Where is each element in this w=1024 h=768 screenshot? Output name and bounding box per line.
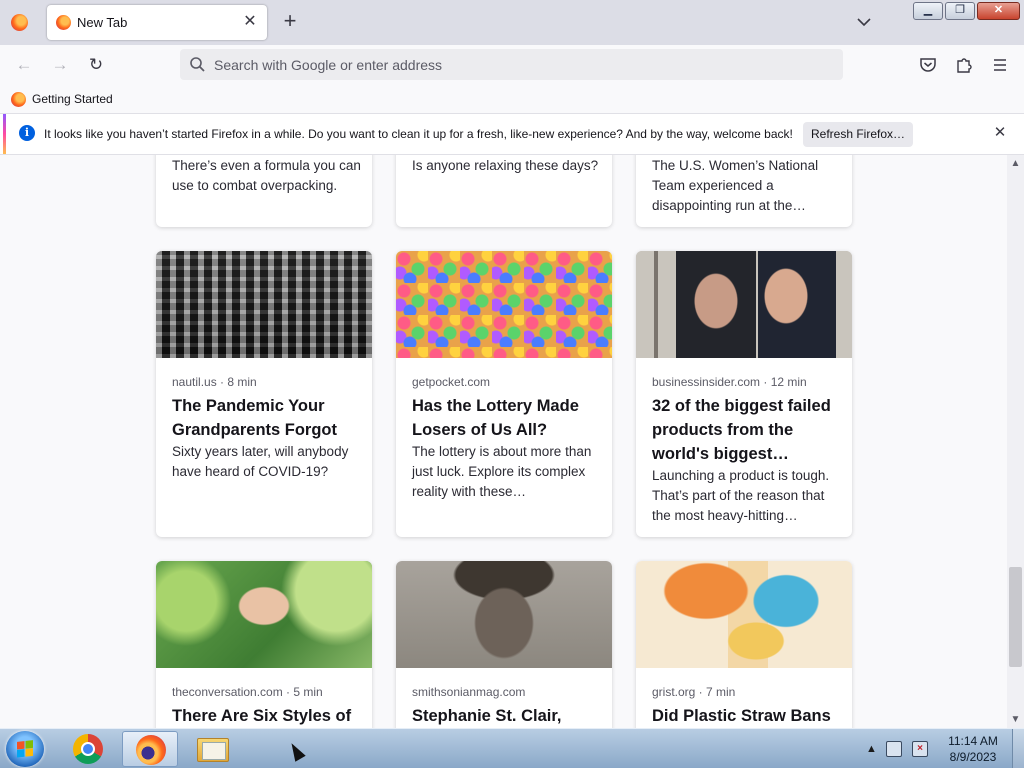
bookmark-getting-started[interactable]: Getting Started bbox=[11, 91, 113, 107]
start-button[interactable] bbox=[6, 731, 44, 767]
refresh-firefox-button[interactable]: Refresh Firefox… bbox=[803, 122, 913, 147]
new-tab-button[interactable]: + bbox=[279, 10, 301, 33]
notification-message: It looks like you haven’t started Firefo… bbox=[44, 127, 793, 141]
story-thumbnail bbox=[396, 561, 612, 668]
story-excerpt: There’s even a formula you can use to co… bbox=[172, 158, 361, 193]
show-hidden-icons-icon[interactable]: ▲ bbox=[866, 743, 877, 755]
story-card[interactable]: businessinsider.com · 12 min 32 of the b… bbox=[636, 251, 852, 537]
tab-title: New Tab bbox=[77, 15, 128, 30]
story-thumbnail bbox=[396, 251, 612, 358]
firefox-favicon-icon bbox=[56, 15, 71, 30]
story-thumbnail bbox=[156, 561, 372, 668]
story-card[interactable]: grist.org · 7 min Did Plastic Straw Bans bbox=[636, 561, 852, 728]
chevron-down-icon[interactable] bbox=[854, 12, 874, 32]
volume-muted-icon[interactable]: × bbox=[912, 741, 928, 757]
back-arrow-icon[interactable]: ← bbox=[13, 54, 35, 76]
story-excerpt: Sixty years later, will anybody have hea… bbox=[172, 444, 349, 479]
folder-icon bbox=[197, 738, 229, 762]
story-excerpt: The U.S. Women’s National Team experienc… bbox=[652, 158, 819, 213]
scrollbar-thumb[interactable] bbox=[1009, 567, 1022, 667]
window-controls: ▁ ❐ ✕ bbox=[913, 2, 1020, 20]
scroll-up-arrow-icon[interactable]: ▲ bbox=[1007, 155, 1024, 172]
story-source: theconversation.com · 5 min bbox=[172, 685, 323, 699]
minimize-button[interactable]: ▁ bbox=[913, 2, 943, 20]
story-thumbnail bbox=[636, 561, 852, 668]
story-card[interactable]: There’s even a formula you can use to co… bbox=[156, 155, 372, 227]
new-tab-content: There’s even a formula you can use to co… bbox=[0, 155, 1024, 728]
story-title: There Are Six Styles of bbox=[172, 707, 352, 725]
address-input[interactable] bbox=[214, 49, 814, 80]
refresh-notification-bar: i It looks like you haven’t started Fire… bbox=[0, 113, 1024, 155]
story-card[interactable]: theconversation.com · 5 min There Are Si… bbox=[156, 561, 372, 728]
mouse-cursor-icon bbox=[286, 740, 306, 762]
tab-new-tab[interactable]: New Tab ✕ bbox=[47, 5, 267, 40]
firefox-view-icon[interactable] bbox=[11, 14, 28, 31]
clock-date: 8/9/2023 bbox=[949, 750, 997, 764]
search-icon bbox=[189, 56, 206, 73]
story-thumbnail bbox=[156, 251, 372, 358]
story-title: 32 of the biggest failed products from t… bbox=[652, 397, 831, 463]
story-card[interactable]: smithsonianmag.com Stephanie St. Clair, bbox=[396, 561, 612, 728]
story-title: Has the Lottery Made Losers of Us All? bbox=[412, 397, 579, 439]
story-title: Stephanie St. Clair, bbox=[412, 707, 562, 725]
system-tray: ▲ × bbox=[866, 737, 928, 761]
hamburger-menu-icon[interactable] bbox=[989, 54, 1011, 76]
windows-logo-icon bbox=[17, 740, 33, 758]
taskbar-firefox[interactable] bbox=[122, 731, 178, 767]
tab-close-icon[interactable]: ✕ bbox=[241, 13, 259, 31]
story-source: nautil.us · 8 min bbox=[172, 375, 257, 389]
close-icon[interactable]: ✕ bbox=[991, 124, 1009, 142]
bookmarks-toolbar: Getting Started bbox=[0, 85, 1024, 113]
story-card[interactable]: getpocket.com Has the Lottery Made Loser… bbox=[396, 251, 612, 537]
pocket-icon[interactable] bbox=[917, 54, 939, 76]
story-source: businessinsider.com · 12 min bbox=[652, 375, 807, 389]
story-card[interactable]: Is anyone relaxing these days? bbox=[396, 155, 612, 227]
scroll-down-arrow-icon[interactable]: ▼ bbox=[1007, 711, 1024, 728]
vertical-scrollbar[interactable]: ▲ ▼ bbox=[1007, 155, 1024, 728]
restore-button[interactable]: ❐ bbox=[945, 2, 975, 20]
info-icon: i bbox=[19, 125, 35, 141]
firefox-favicon-icon bbox=[11, 91, 26, 107]
navigation-toolbar: ← → ↻ bbox=[0, 45, 1024, 85]
story-card[interactable]: nautil.us · 8 min The Pandemic Your Gran… bbox=[156, 251, 372, 537]
story-title: Did Plastic Straw Bans bbox=[652, 707, 831, 725]
story-source: smithsonianmag.com bbox=[412, 685, 526, 699]
bookmark-label: Getting Started bbox=[32, 92, 113, 106]
clock-time: 11:14 AM bbox=[948, 734, 998, 748]
network-icon[interactable] bbox=[886, 741, 902, 757]
story-excerpt: Is anyone relaxing these days? bbox=[412, 158, 599, 173]
story-excerpt: Launching a product is tough. That’s par… bbox=[652, 468, 830, 523]
url-bar[interactable] bbox=[180, 49, 843, 80]
taskbar-file-explorer[interactable] bbox=[184, 731, 240, 767]
story-card[interactable]: The U.S. Women’s National Team experienc… bbox=[636, 155, 852, 227]
notification-accent bbox=[3, 114, 6, 154]
firefox-icon bbox=[136, 735, 166, 765]
story-title: The Pandemic Your Grandparents Forgot bbox=[172, 397, 338, 439]
show-desktop-button[interactable] bbox=[1012, 729, 1024, 768]
chrome-icon bbox=[73, 734, 103, 764]
window-close-button[interactable]: ✕ bbox=[977, 2, 1020, 20]
extensions-puzzle-icon[interactable] bbox=[953, 54, 975, 76]
windows-taskbar: ▲ × 11:14 AM 8/9/2023 bbox=[0, 728, 1024, 768]
story-thumbnail bbox=[636, 251, 852, 358]
story-source: getpocket.com bbox=[412, 375, 491, 389]
taskbar-chrome[interactable] bbox=[60, 731, 116, 767]
story-excerpt: The lottery is about more than just luck… bbox=[412, 444, 592, 499]
forward-arrow-icon[interactable]: → bbox=[49, 54, 71, 76]
taskbar-clock[interactable]: 11:14 AM 8/9/2023 bbox=[940, 733, 1006, 765]
tab-strip: New Tab ✕ + ▁ ❐ ✕ bbox=[0, 0, 1024, 45]
story-source: grist.org · 7 min bbox=[652, 685, 736, 699]
reload-icon[interactable]: ↻ bbox=[85, 54, 107, 76]
